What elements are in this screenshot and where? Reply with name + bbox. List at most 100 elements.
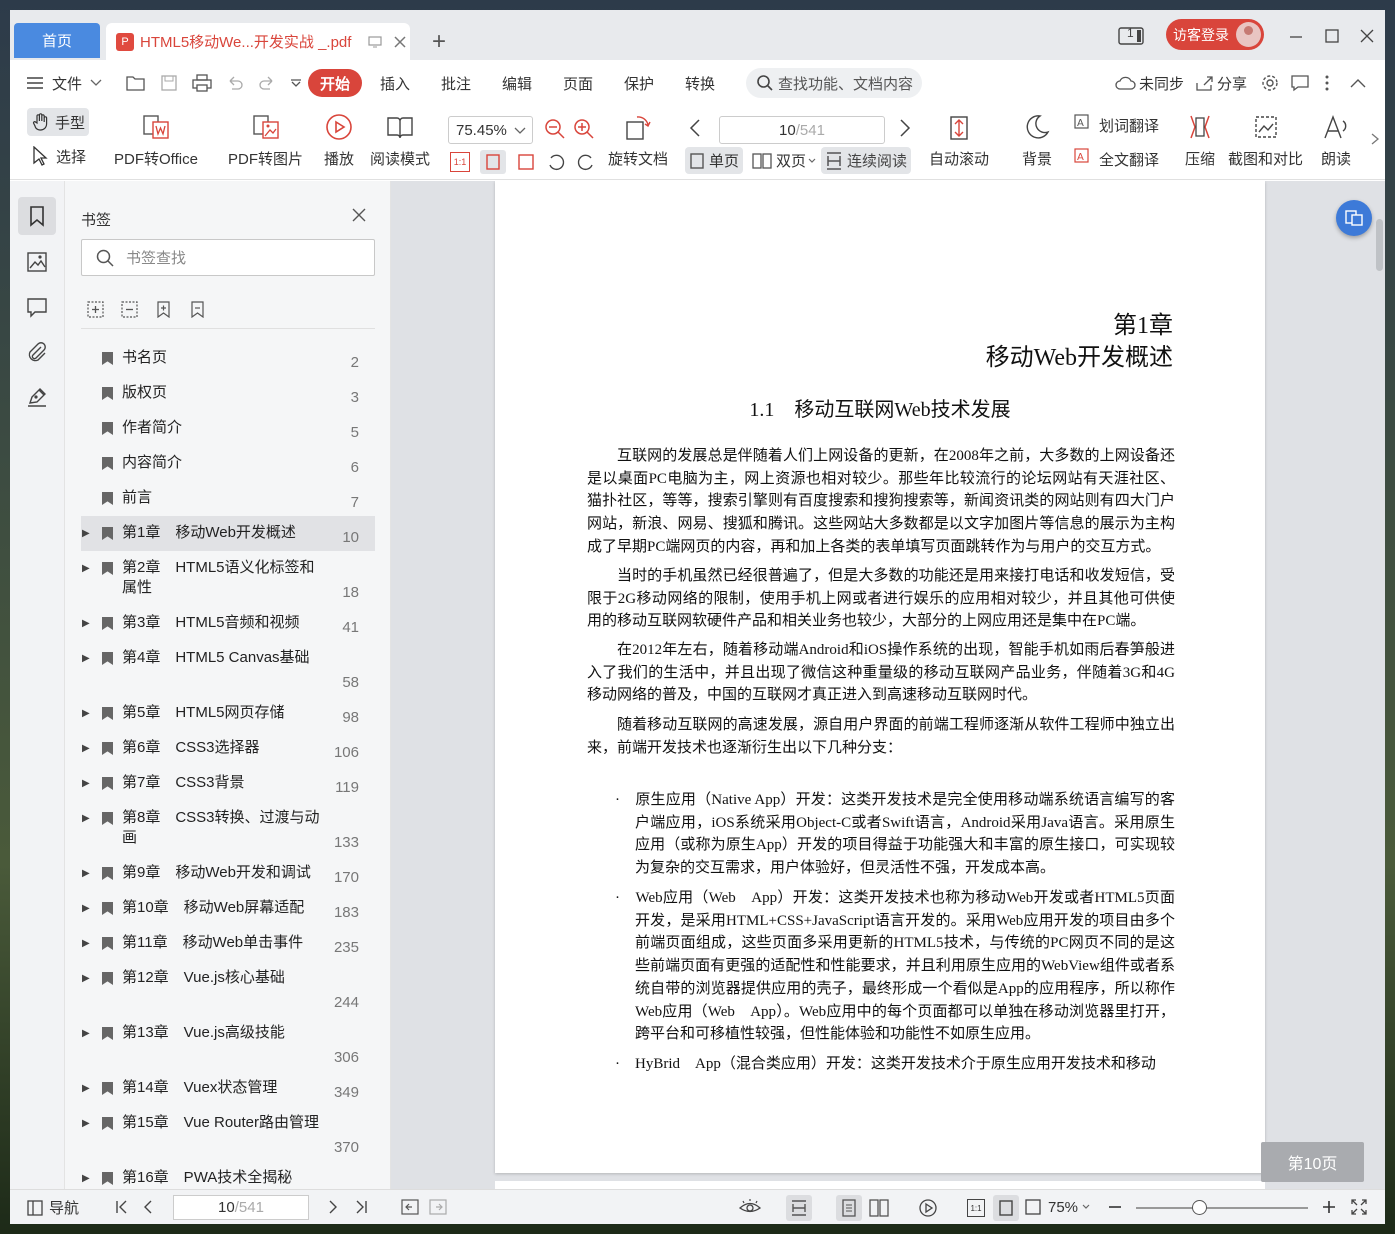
menu-protect[interactable]: 保护 — [624, 69, 654, 97]
bookmark-item[interactable]: ▶ 第15章 Vue Router路由管理 370 — [81, 1106, 375, 1161]
bookmark-item[interactable]: ▶ 第6章 CSS3选择器 106 — [81, 731, 375, 766]
page-number-input[interactable]: 10 /541 — [719, 116, 885, 144]
sync-status[interactable]: 未同步 — [1114, 69, 1184, 97]
open-folder-icon[interactable] — [126, 74, 146, 92]
play-button[interactable]: 播放 — [322, 110, 356, 169]
next-page-status-button[interactable] — [328, 1199, 338, 1215]
expand-arrow-icon[interactable]: ▶ — [82, 1118, 90, 1129]
last-page-button[interactable] — [354, 1199, 368, 1215]
close-window-button[interactable] — [1359, 22, 1375, 50]
expand-arrow-icon[interactable]: ▶ — [82, 528, 90, 539]
minimize-button[interactable] — [1288, 22, 1304, 50]
zoom-slider-track[interactable] — [1136, 1207, 1308, 1209]
screenshot-compare-button[interactable]: 截图和对比 — [1228, 110, 1303, 169]
zoom-in-button[interactable] — [573, 118, 595, 140]
word-translate-button[interactable]: A 划词翻译 — [1074, 114, 1159, 136]
comments-panel-button[interactable] — [18, 288, 56, 326]
bookmark-item[interactable]: 书名页 2 — [81, 341, 375, 376]
prev-page-button[interactable] — [689, 118, 701, 138]
expand-arrow-icon[interactable]: ▶ — [82, 653, 90, 664]
fit-width-icon[interactable] — [516, 152, 536, 172]
eye-protection-button[interactable] — [739, 1198, 761, 1216]
continuous-reading-button[interactable]: 连续阅读 — [821, 147, 912, 174]
fit-page-status-button[interactable] — [993, 1195, 1019, 1221]
double-page-button[interactable]: 双页 — [748, 147, 820, 174]
expand-arrow-icon[interactable]: ▶ — [82, 903, 90, 914]
add-bookmark-icon[interactable] — [155, 301, 172, 319]
bookmark-item[interactable]: ▶ 第3章 HTML5音频和视频 41 — [81, 606, 375, 641]
bookmark-item[interactable]: 内容简介 6 — [81, 446, 375, 481]
save-icon[interactable] — [160, 74, 178, 92]
read-mode-button[interactable]: 阅读模式 — [370, 110, 430, 169]
expand-arrow-icon[interactable]: ▶ — [82, 813, 90, 824]
print-icon[interactable] — [192, 74, 212, 92]
expand-arrow-icon[interactable]: ▶ — [82, 938, 90, 949]
zoom-status-select[interactable]: 75% — [1024, 1198, 1090, 1216]
expand-arrow-icon[interactable]: ▶ — [82, 618, 90, 629]
expand-all-icon[interactable] — [87, 301, 104, 318]
bookmark-item[interactable]: ▶ 第13章 Vue.js高级技能 306 — [81, 1016, 375, 1071]
single-page-status-button[interactable] — [836, 1195, 862, 1221]
expand-arrow-icon[interactable]: ▶ — [82, 1028, 90, 1039]
close-bookmark-panel-button[interactable] — [351, 207, 367, 228]
menu-start[interactable]: 开始 — [308, 69, 363, 97]
select-tool-button[interactable]: 选择 — [32, 142, 86, 170]
toolbar-scroll-right[interactable] — [1370, 132, 1380, 146]
zoom-slider-knob[interactable] — [1192, 1200, 1207, 1215]
bookmark-panel-button[interactable] — [18, 197, 56, 235]
hand-tool-button[interactable]: 手型 — [27, 108, 89, 136]
tab-home[interactable]: 首页 — [14, 23, 100, 58]
guest-login-button[interactable]: 访客登录 — [1166, 19, 1264, 50]
menu-page[interactable]: 页面 — [563, 69, 593, 97]
background-button[interactable]: 背景 — [1020, 110, 1054, 169]
forward-view-button[interactable] — [429, 1199, 447, 1215]
bookmark-item[interactable]: ▶ 第9章 移动Web开发和调试 170 — [81, 856, 375, 891]
back-view-button[interactable] — [401, 1199, 419, 1215]
monitor-icon[interactable] — [368, 35, 382, 49]
rotate-right-icon[interactable] — [576, 152, 596, 172]
single-page-button[interactable]: 单页 — [685, 147, 744, 174]
zoom-out-status-button[interactable] — [1107, 1199, 1123, 1215]
bookmark-item[interactable]: ▶ 第7章 CSS3背景 119 — [81, 766, 375, 801]
play-status-button[interactable] — [915, 1195, 941, 1221]
page-count-badge[interactable]: 1 — [1118, 22, 1146, 50]
menu-convert[interactable]: 转换 — [685, 69, 715, 97]
thumbnail-panel-button[interactable] — [18, 243, 56, 281]
bookmark-item[interactable]: ▶ 第11章 移动Web单击事件 235 — [81, 926, 375, 961]
zoom-select[interactable]: 75.45% — [448, 116, 533, 144]
navigation-toggle[interactable]: 导航 — [27, 1197, 79, 1218]
more-chevron-icon[interactable] — [290, 78, 302, 88]
settings-button[interactable] — [1260, 69, 1280, 97]
bookmark-item[interactable]: ▶ 第4章 HTML5 Canvas基础 58 — [81, 641, 375, 696]
share-button[interactable]: 分享 — [1196, 69, 1247, 97]
document-view[interactable]: 第1章 移动Web开发概述 1.1 移动互联网Web技术发展 互联网的发展总是伴… — [391, 181, 1385, 1189]
rotate-left-icon[interactable] — [546, 152, 566, 172]
menu-annotate[interactable]: 批注 — [441, 69, 471, 97]
document-scrollbar[interactable] — [1376, 219, 1383, 271]
floating-convert-button[interactable] — [1336, 200, 1372, 236]
undo-icon[interactable] — [226, 74, 244, 92]
full-translate-button[interactable]: A 全文翻译 — [1074, 148, 1159, 170]
actual-size-button[interactable]: 1:1 — [450, 152, 470, 172]
double-page-status-button[interactable] — [866, 1195, 892, 1221]
bookmark-search-input[interactable]: 书签查找 — [81, 239, 375, 276]
fullscreen-button[interactable] — [1350, 1198, 1368, 1216]
zoom-out-button[interactable] — [544, 118, 566, 140]
close-tab-icon[interactable] — [392, 34, 408, 50]
bookmark-item[interactable]: 版权页 3 — [81, 376, 375, 411]
bookmark-item[interactable]: ▶ 第14章 Vuex状态管理 349 — [81, 1071, 375, 1106]
collapse-all-icon[interactable] — [121, 301, 138, 318]
expand-arrow-icon[interactable]: ▶ — [82, 973, 90, 984]
attachments-panel-button[interactable] — [18, 333, 56, 371]
expand-arrow-icon[interactable]: ▶ — [82, 708, 90, 719]
tab-document[interactable]: P HTML5移动We...开发实战 _.pdf — [106, 23, 410, 60]
bookmark-item[interactable]: ▶ 第16章 PWA技术全揭秘 — [81, 1161, 375, 1189]
menu-edit[interactable]: 编辑 — [502, 69, 532, 97]
new-tab-button[interactable]: + — [432, 28, 446, 56]
remove-bookmark-icon[interactable] — [189, 301, 206, 319]
bookmark-item[interactable]: ▶ 第12章 Vue.js核心基础 244 — [81, 961, 375, 1016]
pdf-to-image-button[interactable]: PDF转图片 — [228, 110, 303, 169]
redo-icon[interactable] — [258, 74, 276, 92]
first-page-button[interactable] — [115, 1199, 129, 1215]
collapse-ribbon-button[interactable] — [1350, 69, 1366, 97]
